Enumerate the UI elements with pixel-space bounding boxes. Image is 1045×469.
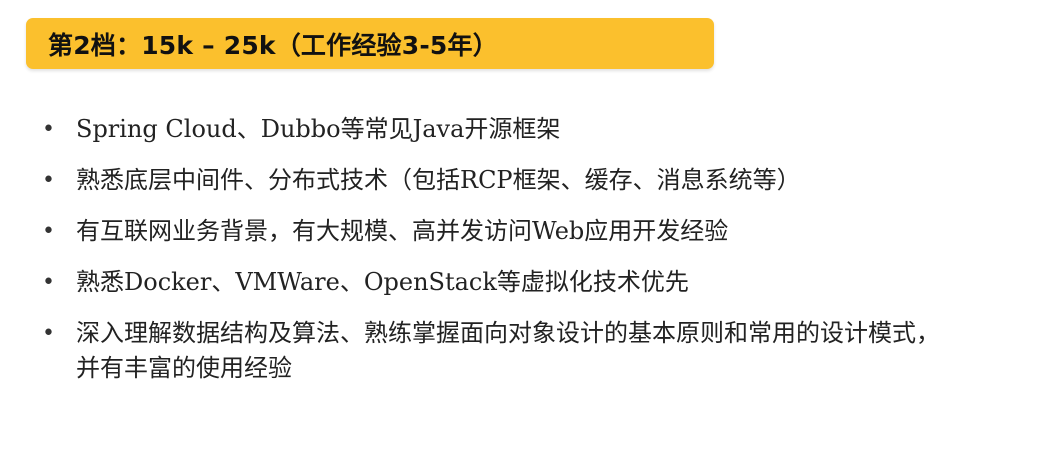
bullet-icon: • xyxy=(42,270,55,295)
bullet-icon: • xyxy=(42,168,55,193)
requirement-item: • Spring Cloud、Dubbo等常见Java开源框架 xyxy=(40,112,956,147)
requirements-list: • Spring Cloud、Dubbo等常见Java开源框架 • 熟悉底层中间… xyxy=(40,112,1000,402)
bullet-icon: • xyxy=(42,117,55,142)
requirement-text: Spring Cloud、Dubbo等常见Java开源框架 xyxy=(76,115,561,143)
tier-title: 第2档：15k – 25k（工作经验3-5年） xyxy=(48,30,498,60)
bullet-icon: • xyxy=(42,321,55,346)
requirement-text: 熟悉底层中间件、分布式技术（包括RCP框架、缓存、消息系统等） xyxy=(76,166,801,194)
requirement-text: 深入理解数据结构及算法、熟练掌握面向对象设计的基本原则和常用的设计模式，并有丰富… xyxy=(76,319,940,382)
tier-banner: 第2档：15k – 25k（工作经验3-5年） xyxy=(26,18,714,69)
requirement-item: • 有互联网业务背景，有大规模、高并发访问Web应用开发经验 xyxy=(40,214,956,249)
requirement-text: 有互联网业务背景，有大规模、高并发访问Web应用开发经验 xyxy=(76,217,729,245)
requirement-item: • 熟悉Docker、VMWare、OpenStack等虚拟化技术优先 xyxy=(40,265,956,300)
requirement-item: • 熟悉底层中间件、分布式技术（包括RCP框架、缓存、消息系统等） xyxy=(40,163,956,198)
bullet-icon: • xyxy=(42,219,55,244)
requirement-item: • 深入理解数据结构及算法、熟练掌握面向对象设计的基本原则和常用的设计模式，并有… xyxy=(40,316,956,386)
requirement-text: 熟悉Docker、VMWare、OpenStack等虚拟化技术优先 xyxy=(76,268,689,296)
